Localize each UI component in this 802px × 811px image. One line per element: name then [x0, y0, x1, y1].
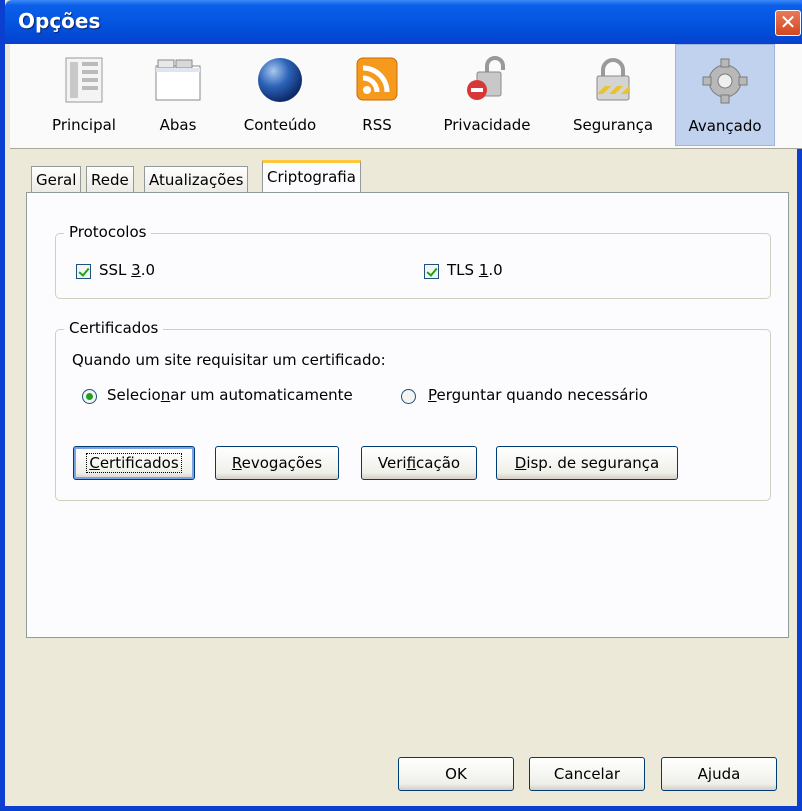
certificates-group: Certificados Quando um site requisitar u… — [55, 319, 771, 501]
pane-label: Principal — [52, 116, 116, 134]
auto-select-radio[interactable] — [82, 389, 97, 404]
pane-label: Avançado — [688, 117, 762, 135]
help-label: Ajuda — [697, 765, 741, 783]
ok-label: OK — [445, 765, 467, 783]
ask-radio[interactable] — [401, 389, 416, 404]
pane-label: Privacidade — [443, 116, 531, 134]
help-button[interactable]: Ajuda — [661, 757, 777, 791]
certificate-prompt: Quando um site requisitar um certificado… — [72, 351, 386, 369]
auto-select-label[interactable]: Selecionar um automaticamente — [107, 386, 353, 404]
tab-rede[interactable]: Rede — [86, 166, 134, 192]
pane-label: RSS — [362, 116, 392, 134]
tab-panel-criptografia: Protocolos SSL 3.0 TLS 1.0 Certificados … — [26, 192, 789, 638]
ask-label[interactable]: Perguntar quando necessário — [428, 386, 648, 404]
tab-label: Atualizações — [149, 171, 244, 189]
window-title: Opções — [18, 9, 101, 33]
tls-checkbox[interactable] — [424, 264, 439, 279]
pane-label: Abas — [159, 116, 197, 134]
cancel-label: Cancelar — [553, 765, 621, 783]
protocols-group: Protocolos SSL 3.0 TLS 1.0 — [55, 223, 771, 299]
cancel-button[interactable]: Cancelar — [529, 757, 645, 791]
gear-icon — [702, 58, 748, 104]
close-button[interactable]: ✕ — [775, 10, 801, 36]
main-icon — [65, 57, 103, 103]
verification-button[interactable]: Verificação — [361, 446, 477, 480]
privacy-lock-icon — [467, 56, 505, 100]
ok-button[interactable]: OK — [398, 757, 514, 791]
ssl-checkbox[interactable] — [76, 264, 91, 279]
rss-icon — [356, 57, 398, 101]
protocols-title: Protocolos — [64, 223, 152, 241]
content-globe-icon — [258, 58, 302, 102]
pane-seguranca[interactable]: Segurança — [562, 44, 664, 146]
pane-principal[interactable]: Principal — [36, 44, 132, 146]
certificates-button[interactable]: Certificados — [73, 446, 195, 480]
pane-label: Segurança — [572, 116, 654, 134]
tab-label: Geral — [36, 171, 77, 189]
pane-toolbar: Principal Abas Conteúdo RSS Privacidade … — [10, 44, 802, 149]
pane-label: Conteúdo — [243, 116, 317, 134]
options-window: Opções ✕ Principal Abas Conteúdo RSS Pri… — [0, 0, 802, 811]
pane-privacidade[interactable]: Privacidade — [430, 44, 544, 146]
tab-label: Criptografia — [267, 168, 356, 186]
pane-abas[interactable]: Abas — [141, 44, 215, 146]
tab-geral[interactable]: Geral — [31, 166, 82, 192]
tab-atualizacoes[interactable]: Atualizações — [144, 166, 249, 192]
tls-label[interactable]: TLS 1.0 — [447, 261, 503, 279]
security-lock-icon — [596, 58, 630, 101]
tab-criptografia[interactable]: Criptografia — [262, 160, 361, 193]
security-devices-button[interactable]: Disp. de segurança — [496, 446, 678, 480]
ssl-label[interactable]: SSL 3.0 — [99, 261, 155, 279]
pane-avancado[interactable]: Avançado — [675, 44, 775, 146]
revocations-button[interactable]: Revogações — [215, 446, 339, 480]
title-bar[interactable]: Opções ✕ — [5, 0, 802, 44]
pane-rss[interactable]: RSS — [347, 44, 407, 146]
tabs-icon — [155, 59, 201, 101]
pane-conteudo[interactable]: Conteúdo — [230, 44, 330, 146]
tab-label: Rede — [91, 171, 129, 189]
certificates-title: Certificados — [64, 319, 164, 337]
close-icon: ✕ — [779, 10, 797, 34]
